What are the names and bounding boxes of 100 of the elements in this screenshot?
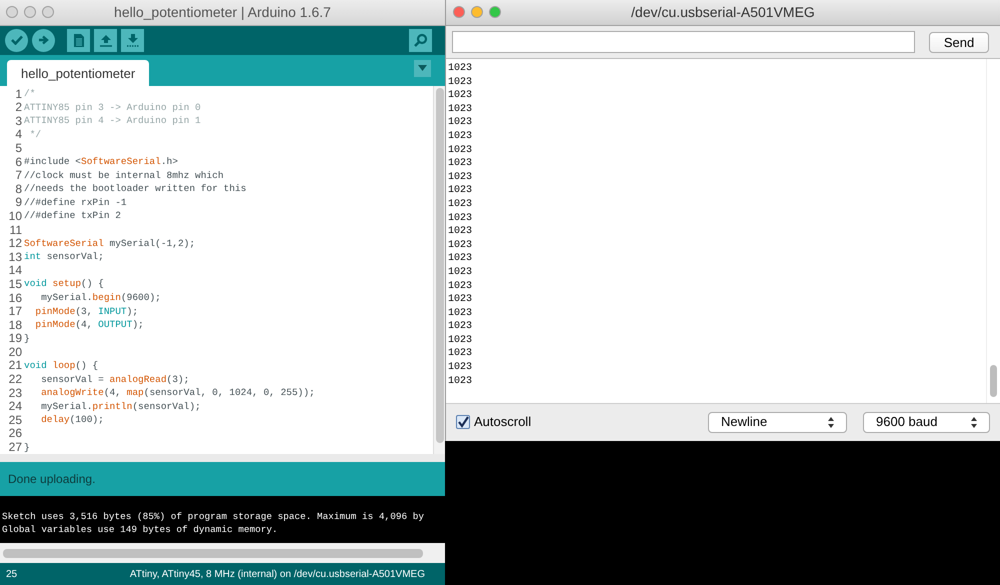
code-line: //clock must be internal 8mhz which — [24, 170, 224, 182]
line-number: 6 — [14, 156, 23, 169]
code-line: //needs the bootloader written for this — [24, 183, 246, 196]
output-line: 1023 — [448, 198, 472, 212]
output-line: 1023 — [448, 334, 472, 348]
output-line: 1023 — [448, 89, 472, 103]
code-line: analogWrite(4, map(sensorVal, 0, 1024, 0, 255)); — [40, 387, 315, 400]
line-number: 21 — [8, 359, 23, 372]
line-number: 13 — [8, 250, 23, 264]
download-arrow-icon — [126, 34, 138, 47]
line-number: 2 — [14, 101, 23, 114]
send-button[interactable]: Send — [929, 32, 989, 52]
code-line: } — [24, 442, 30, 454]
arrow-icon — [38, 35, 50, 46]
line-ending-dropdown[interactable]: Newline — [708, 412, 847, 432]
output-line: 1023 — [448, 170, 472, 184]
output-line: 1023 — [448, 157, 472, 171]
scrollbar[interactable] — [433, 86, 445, 454]
code-line: delay(100); — [40, 414, 104, 426]
output-line: 1023 — [448, 238, 472, 252]
autoscroll-checkbox[interactable] — [456, 415, 470, 429]
upload-button[interactable] — [32, 28, 55, 52]
output-line: 1023 — [448, 266, 472, 280]
line-number: 22 — [8, 373, 23, 386]
scrollbar[interactable] — [3, 548, 423, 558]
baud-rate-dropdown[interactable]: 9600 baud — [863, 412, 990, 432]
output-line: 1023 — [448, 62, 472, 76]
updown-icon — [828, 416, 834, 428]
output-line: 1023 — [448, 225, 472, 239]
output-line: 1023 — [448, 102, 472, 116]
code-line: ATTINY85 pin 3 -> Arduino pin 0 — [24, 102, 201, 114]
code-line: ATTINY85 pin 4 -> Arduino pin 1 — [24, 115, 201, 128]
input-field[interactable] — [452, 31, 915, 53]
output-line: 1023 — [448, 130, 472, 144]
line-number: 9 — [14, 196, 23, 210]
window-title: hello_potentiometer | Arduino 1.6.7 — [114, 2, 331, 22]
line-number: 4 — [14, 128, 23, 142]
line-number: 19 — [8, 332, 23, 346]
output-line: 1023 — [448, 320, 472, 334]
line-number: 14 — [8, 264, 23, 278]
code-line: //#define txPin 2 — [24, 210, 121, 222]
line-number: 25 — [8, 414, 23, 427]
line-number: 25 — [6, 568, 18, 582]
close-button[interactable] — [453, 6, 465, 18]
board-info: ATtiny, ATtiny45, 8 MHz (internal) on /dev/cu.usbserial-A501VMEG — [130, 568, 425, 582]
minimize-button[interactable] — [24, 6, 36, 18]
code-line: //#define rxPin -1 — [24, 196, 127, 209]
checkbox-label: Autoscroll — [474, 413, 532, 432]
updown-icon — [971, 416, 977, 428]
output-line: 1023 — [448, 374, 472, 388]
tab-menu-button[interactable] — [414, 60, 431, 77]
code-line: pinMode(3, INPUT); — [34, 306, 138, 318]
verify-button[interactable] — [5, 28, 28, 52]
document-icon — [74, 34, 84, 47]
output-line: 1023 — [448, 347, 472, 362]
close-button[interactable] — [6, 6, 18, 18]
line-number: 23 — [8, 386, 23, 400]
line-number: 3 — [14, 114, 23, 128]
output-line: 1023 — [448, 76, 472, 90]
line-number: 11 — [8, 224, 23, 237]
code-line: /* — [24, 88, 36, 100]
code-line: sensorVal = analogRead(3); — [40, 374, 190, 386]
line-number: 5 — [14, 142, 23, 155]
scrollbar[interactable] — [986, 59, 1000, 403]
output-line: 1023 — [448, 212, 472, 226]
output-line: 1023 — [448, 184, 472, 198]
line-number: 27 — [8, 441, 23, 454]
code-line: #include <SoftwareSerial.h> — [24, 156, 178, 168]
line-number: 16 — [8, 292, 23, 304]
line-number: 12 — [8, 237, 23, 250]
serial-monitor-button[interactable] — [409, 28, 432, 52]
line-number: 10 — [8, 210, 23, 223]
line-number: 18 — [8, 318, 23, 332]
upload-arrow-icon — [100, 34, 112, 47]
minimize-button[interactable] — [471, 6, 483, 18]
code-line: SoftwareSerial mySerial(-1,2); — [24, 238, 196, 250]
code-line: pinMode(4, OUTPUT); — [34, 319, 144, 332]
line-number: 8 — [14, 182, 23, 196]
output-line: 1023 — [448, 293, 472, 307]
zoom-button[interactable] — [42, 6, 54, 18]
line-number: 17 — [8, 305, 23, 318]
status-message: Done uploading. — [8, 470, 96, 488]
line-number: 1 — [14, 88, 23, 101]
caret-icon — [418, 65, 427, 72]
output-line: 1023 — [448, 252, 472, 266]
open-button[interactable] — [94, 28, 117, 52]
output-line: 1023 — [448, 116, 472, 130]
resize-bar[interactable] — [0, 454, 445, 462]
zoom-button[interactable] — [489, 6, 501, 18]
code-line: mySerial.println(sensorVal); — [40, 400, 201, 413]
output-line: 1023 — [448, 361, 472, 375]
code-line: void setup() { — [24, 278, 104, 290]
magnifier-icon — [414, 33, 428, 48]
save-button[interactable] — [121, 28, 144, 52]
tab[interactable]: hello_potentiometer — [7, 60, 150, 86]
code-line: int sensorVal; — [24, 251, 104, 264]
console-line: Sketch uses 3,516 bytes (85%) of program storage space. Maximum is 4,096 by — [2, 510, 424, 522]
line-number: 7 — [14, 169, 23, 182]
new-button[interactable] — [67, 28, 90, 52]
line-number: 26 — [8, 427, 23, 440]
